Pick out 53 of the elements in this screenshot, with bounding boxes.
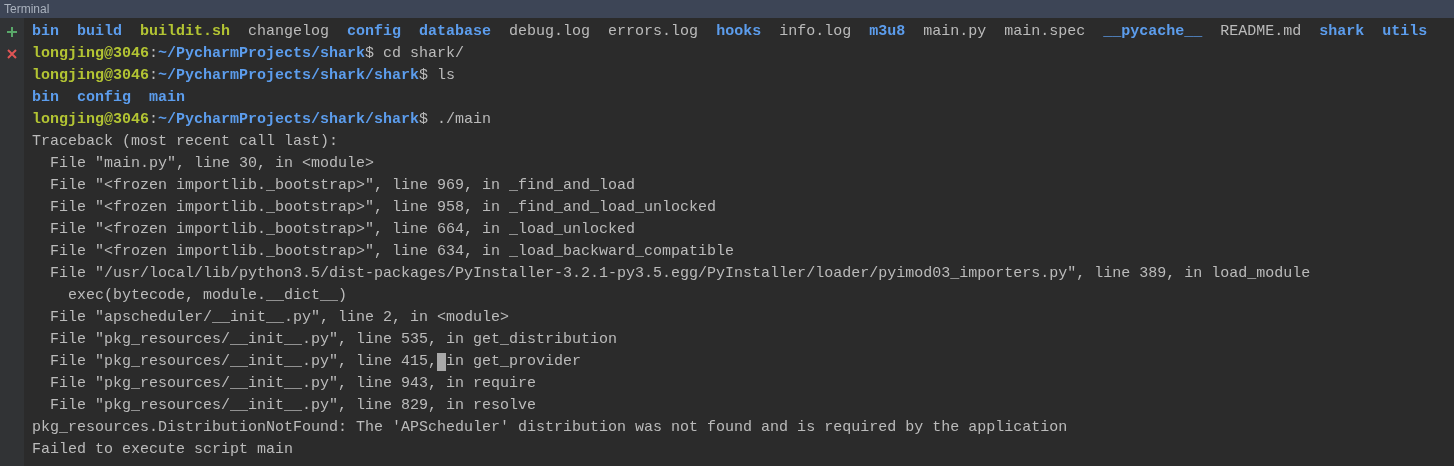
- terminal-text: :: [149, 66, 159, 86]
- terminal-text: longjing@3046: [32, 44, 150, 64]
- terminal-text: Failed to execute script main: [32, 440, 294, 460]
- close-icon: [6, 48, 18, 60]
- terminal-text: File "pkg_resources/__init__.py", line 535, in get_distribution: [49, 330, 618, 350]
- file-entry: main.spec: [1004, 22, 1086, 42]
- terminal-text: longjing@3046: [32, 66, 150, 86]
- terminal-text: $ ls: [419, 66, 456, 86]
- terminal-text: ~/PycharmProjects/shark: [158, 44, 366, 64]
- file-entry: m3u8: [869, 22, 906, 42]
- terminal-text: exec(bytecode, module.__dict__): [67, 286, 348, 306]
- terminal-text: File "<frozen importlib._bootstrap>", line 664, in _load_unlocked: [49, 220, 636, 240]
- text-cursor: [437, 353, 447, 371]
- file-entry: hooks: [716, 22, 762, 42]
- file-entry: build: [77, 22, 123, 42]
- terminal-text: File "<frozen importlib._bootstrap>", line 634, in _load_backward_compatible: [49, 242, 735, 262]
- panel-title: Terminal: [4, 3, 50, 15]
- terminal-text: File "pkg_resources/__init__.py", line 943, in require: [49, 374, 537, 394]
- file-entry: bin: [32, 22, 59, 42]
- file-entry: bin: [32, 88, 59, 108]
- terminal-text: pkg_resources.DistributionNotFound: The 'APScheduler' distribution was not found and is required by the application: [32, 418, 1068, 438]
- file-entry: debug.log: [509, 22, 591, 42]
- terminal-text: ~/PycharmProjects/shark/shark: [158, 66, 420, 86]
- terminal-text: $ cd shark/: [365, 44, 465, 64]
- terminal-text: File "<frozen importlib._bootstrap>", line 958, in _find_and_load_unlocked: [49, 198, 717, 218]
- new-session-button[interactable]: [4, 24, 20, 40]
- file-entry: info.log: [779, 22, 852, 42]
- file-entry: errors.log: [608, 22, 699, 42]
- terminal-text: File "/usr/local/lib/python3.5/dist-packages/PyInstaller-3.2.1-py3.5.egg/PyInstaller/loader/pyimod03_importers.py", line 389, in load_module: [49, 264, 1311, 284]
- file-entry: config: [347, 22, 402, 42]
- terminal-text: File "pkg_resources/__init__.py", line 829, in resolve: [49, 396, 537, 416]
- file-entry: main: [149, 88, 186, 108]
- file-entry: __pycache__: [1103, 22, 1203, 42]
- terminal-text: :: [149, 44, 159, 64]
- file-entry: utils: [1382, 22, 1428, 42]
- terminal-text: ~/PycharmProjects/shark/shark: [158, 110, 420, 130]
- file-entry: buildit.sh: [140, 22, 231, 42]
- terminal-text: in get_provider: [446, 352, 582, 372]
- file-entry: shark: [1319, 22, 1365, 42]
- plus-icon: [6, 26, 18, 38]
- file-entry: main.py: [923, 22, 987, 42]
- file-entry: README.md: [1220, 22, 1302, 42]
- terminal-text: longjing@3046: [32, 110, 150, 130]
- terminal-text: File "pkg_resources/__init__.py", line 415,: [49, 352, 438, 372]
- terminal-text: File "apscheduler/__init__.py", line 2, in <module>: [49, 308, 510, 328]
- file-entry: changelog: [248, 22, 330, 42]
- terminal-text: File "main.py", line 30, in <module>: [49, 154, 375, 174]
- terminal-text: $ ./main: [419, 110, 492, 130]
- terminal-text: Traceback (most recent call last):: [32, 132, 339, 152]
- terminal-text: :: [149, 110, 159, 130]
- file-entry: database: [419, 22, 492, 42]
- terminal-text: File "<frozen importlib._bootstrap>", line 969, in _find_and_load: [49, 176, 636, 196]
- file-entry: config: [77, 88, 132, 108]
